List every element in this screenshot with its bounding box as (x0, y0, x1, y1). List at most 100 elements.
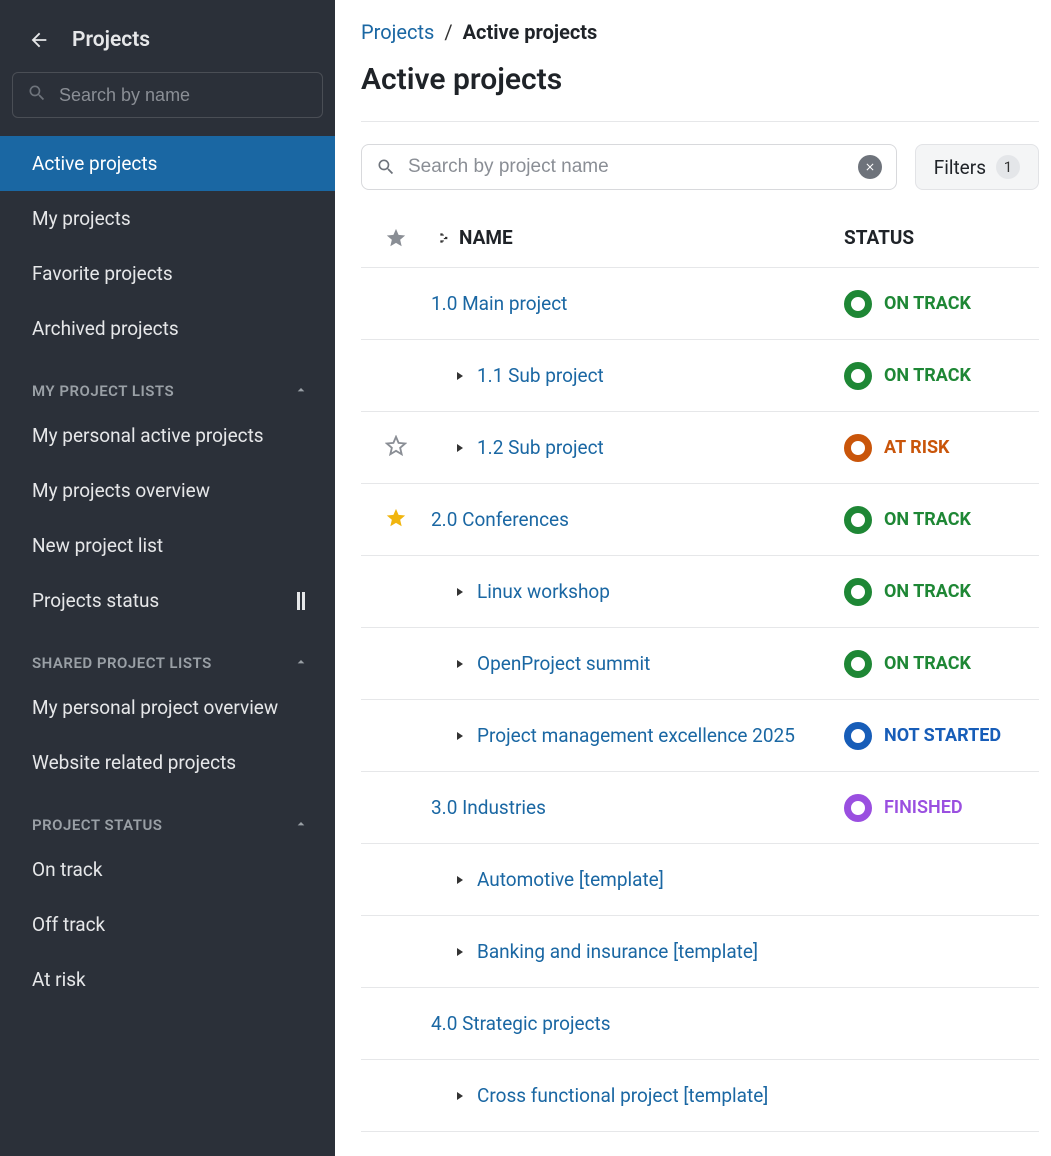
group-label: PROJECT STATUS (32, 816, 162, 834)
filters-label: Filters (934, 156, 986, 179)
expand-icon[interactable] (453, 729, 467, 743)
project-link[interactable]: OpenProject summit (477, 652, 650, 675)
expand-icon[interactable] (453, 369, 467, 383)
status-cell: NOT STARTED (844, 722, 1039, 750)
filters-button[interactable]: Filters 1 (915, 144, 1039, 190)
name-cell: Linux workshop (431, 580, 844, 603)
project-link[interactable]: Cross functional project [template] (477, 1084, 768, 1107)
status-indicator-icon (844, 650, 872, 678)
chevron-up-icon (293, 382, 311, 400)
star-outline-icon[interactable] (385, 435, 407, 461)
project-link[interactable]: 1.2 Sub project (477, 436, 604, 459)
star-filled-icon[interactable] (385, 507, 407, 533)
sidebar: Projects Active projectsMy projectsFavor… (0, 0, 335, 1156)
status-indicator-icon (844, 578, 872, 606)
breadcrumb-root[interactable]: Projects (361, 20, 434, 44)
expand-icon[interactable] (453, 945, 467, 959)
name-cell: 1.1 Sub project (431, 364, 844, 387)
status-cell: FINISHED (844, 794, 1039, 822)
table-row: 1.2 Sub project AT RISK (361, 412, 1039, 484)
clear-icon[interactable] (858, 155, 882, 179)
sidebar-item-my-projects-overview[interactable]: My projects overview (0, 463, 335, 518)
sidebar-search[interactable] (12, 72, 323, 118)
name-cell: 1.2 Sub project (431, 436, 844, 459)
sidebar-item-website-related-projects[interactable]: Website related projects (0, 735, 335, 790)
table-header: NAME STATUS (361, 220, 1039, 268)
sidebar-group-header[interactable]: MY PROJECT LISTS (0, 356, 335, 408)
sidebar-item-label: My personal active projects (32, 424, 264, 447)
favorite-cell[interactable] (361, 507, 431, 533)
hierarchy-column-icon[interactable] (431, 231, 459, 245)
project-link[interactable]: 1.1 Sub project (477, 364, 604, 387)
table-row: 4.0 Strategic projects (361, 988, 1039, 1060)
favorite-column-icon[interactable] (361, 227, 431, 249)
status-label: ON TRACK (884, 509, 971, 530)
name-cell: 1.0 Main project (431, 292, 844, 315)
project-link[interactable]: Banking and insurance [template] (477, 940, 758, 963)
status-indicator-icon (844, 794, 872, 822)
table-row: OpenProject summit ON TRACK (361, 628, 1039, 700)
table-row: 1.1 Sub project ON TRACK (361, 340, 1039, 412)
sidebar-item-my-projects[interactable]: My projects (0, 191, 335, 246)
chevron-up-icon (293, 654, 311, 672)
sidebar-item-off-track[interactable]: Off track (0, 897, 335, 952)
sidebar-item-my-personal-project-overview[interactable]: My personal project overview (0, 680, 335, 735)
sidebar-item-on-track[interactable]: On track (0, 842, 335, 897)
sidebar-item-label: Archived projects (32, 317, 179, 340)
sidebar-group-header[interactable]: PROJECT STATUS (0, 790, 335, 842)
status-cell: ON TRACK (844, 506, 1039, 534)
sidebar-item-active-projects[interactable]: Active projects (0, 136, 335, 191)
sidebar-item-label: At risk (32, 968, 86, 991)
expand-icon[interactable] (453, 1089, 467, 1103)
sidebar-item-my-personal-active-projects[interactable]: My personal active projects (0, 408, 335, 463)
filters-count-badge: 1 (996, 155, 1020, 179)
sidebar-item-label: Projects status (32, 589, 159, 612)
sidebar-item-label: Off track (32, 913, 105, 936)
main-search[interactable] (361, 144, 897, 190)
project-link[interactable]: Automotive [template] (477, 868, 664, 891)
group-label: MY PROJECT LISTS (32, 382, 174, 400)
group-label: SHARED PROJECT LISTS (32, 654, 212, 672)
status-label: ON TRACK (884, 293, 971, 314)
project-link[interactable]: 2.0 Conferences (431, 508, 569, 531)
sidebar-group-header[interactable]: SHARED PROJECT LISTS (0, 628, 335, 680)
project-link[interactable]: Linux workshop (477, 580, 610, 603)
status-cell: AT RISK (844, 434, 1039, 462)
sidebar-item-archived-projects[interactable]: Archived projects (0, 301, 335, 356)
name-cell: Project management excellence 2025 (431, 724, 844, 747)
project-link[interactable]: 1.0 Main project (431, 292, 567, 315)
name-cell: 3.0 Industries (431, 796, 844, 819)
expand-icon[interactable] (453, 657, 467, 671)
sidebar-title: Projects (72, 28, 150, 52)
project-link[interactable]: Project management excellence 2025 (477, 724, 795, 747)
sidebar-item-new-project-list[interactable]: New project list (0, 518, 335, 573)
status-label: ON TRACK (884, 653, 971, 674)
favorite-cell[interactable] (361, 435, 431, 461)
expand-icon[interactable] (453, 441, 467, 455)
status-cell: ON TRACK (844, 578, 1039, 606)
page-title: Active projects (361, 62, 1039, 97)
main-search-input[interactable] (408, 156, 846, 178)
sidebar-search-input[interactable] (59, 85, 308, 106)
expand-icon[interactable] (453, 873, 467, 887)
chevron-up-icon (293, 816, 311, 834)
sidebar-item-label: My projects overview (32, 479, 210, 502)
sidebar-item-projects-status[interactable]: Projects status (0, 573, 335, 628)
drag-handle-icon[interactable] (297, 592, 311, 610)
sidebar-header: Projects (0, 16, 335, 72)
expand-icon[interactable] (453, 585, 467, 599)
table-row: Project management excellence 2025 NOT ST… (361, 700, 1039, 772)
status-column-header[interactable]: STATUS (844, 226, 1039, 249)
sidebar-nav: Active projectsMy projectsFavorite proje… (0, 136, 335, 356)
sidebar-item-favorite-projects[interactable]: Favorite projects (0, 246, 335, 301)
status-label: ON TRACK (884, 365, 971, 386)
sidebar-item-label: New project list (32, 534, 163, 557)
status-label: NOT STARTED (884, 725, 1001, 746)
project-link[interactable]: 4.0 Strategic projects (431, 1012, 611, 1035)
name-column-header[interactable]: NAME (459, 226, 844, 249)
breadcrumb: Projects / Active projects (361, 20, 1039, 44)
table-row: 2.0 Conferences ON TRACK (361, 484, 1039, 556)
back-arrow-icon[interactable] (28, 29, 50, 51)
project-link[interactable]: 3.0 Industries (431, 796, 546, 819)
sidebar-item-at-risk[interactable]: At risk (0, 952, 335, 1007)
